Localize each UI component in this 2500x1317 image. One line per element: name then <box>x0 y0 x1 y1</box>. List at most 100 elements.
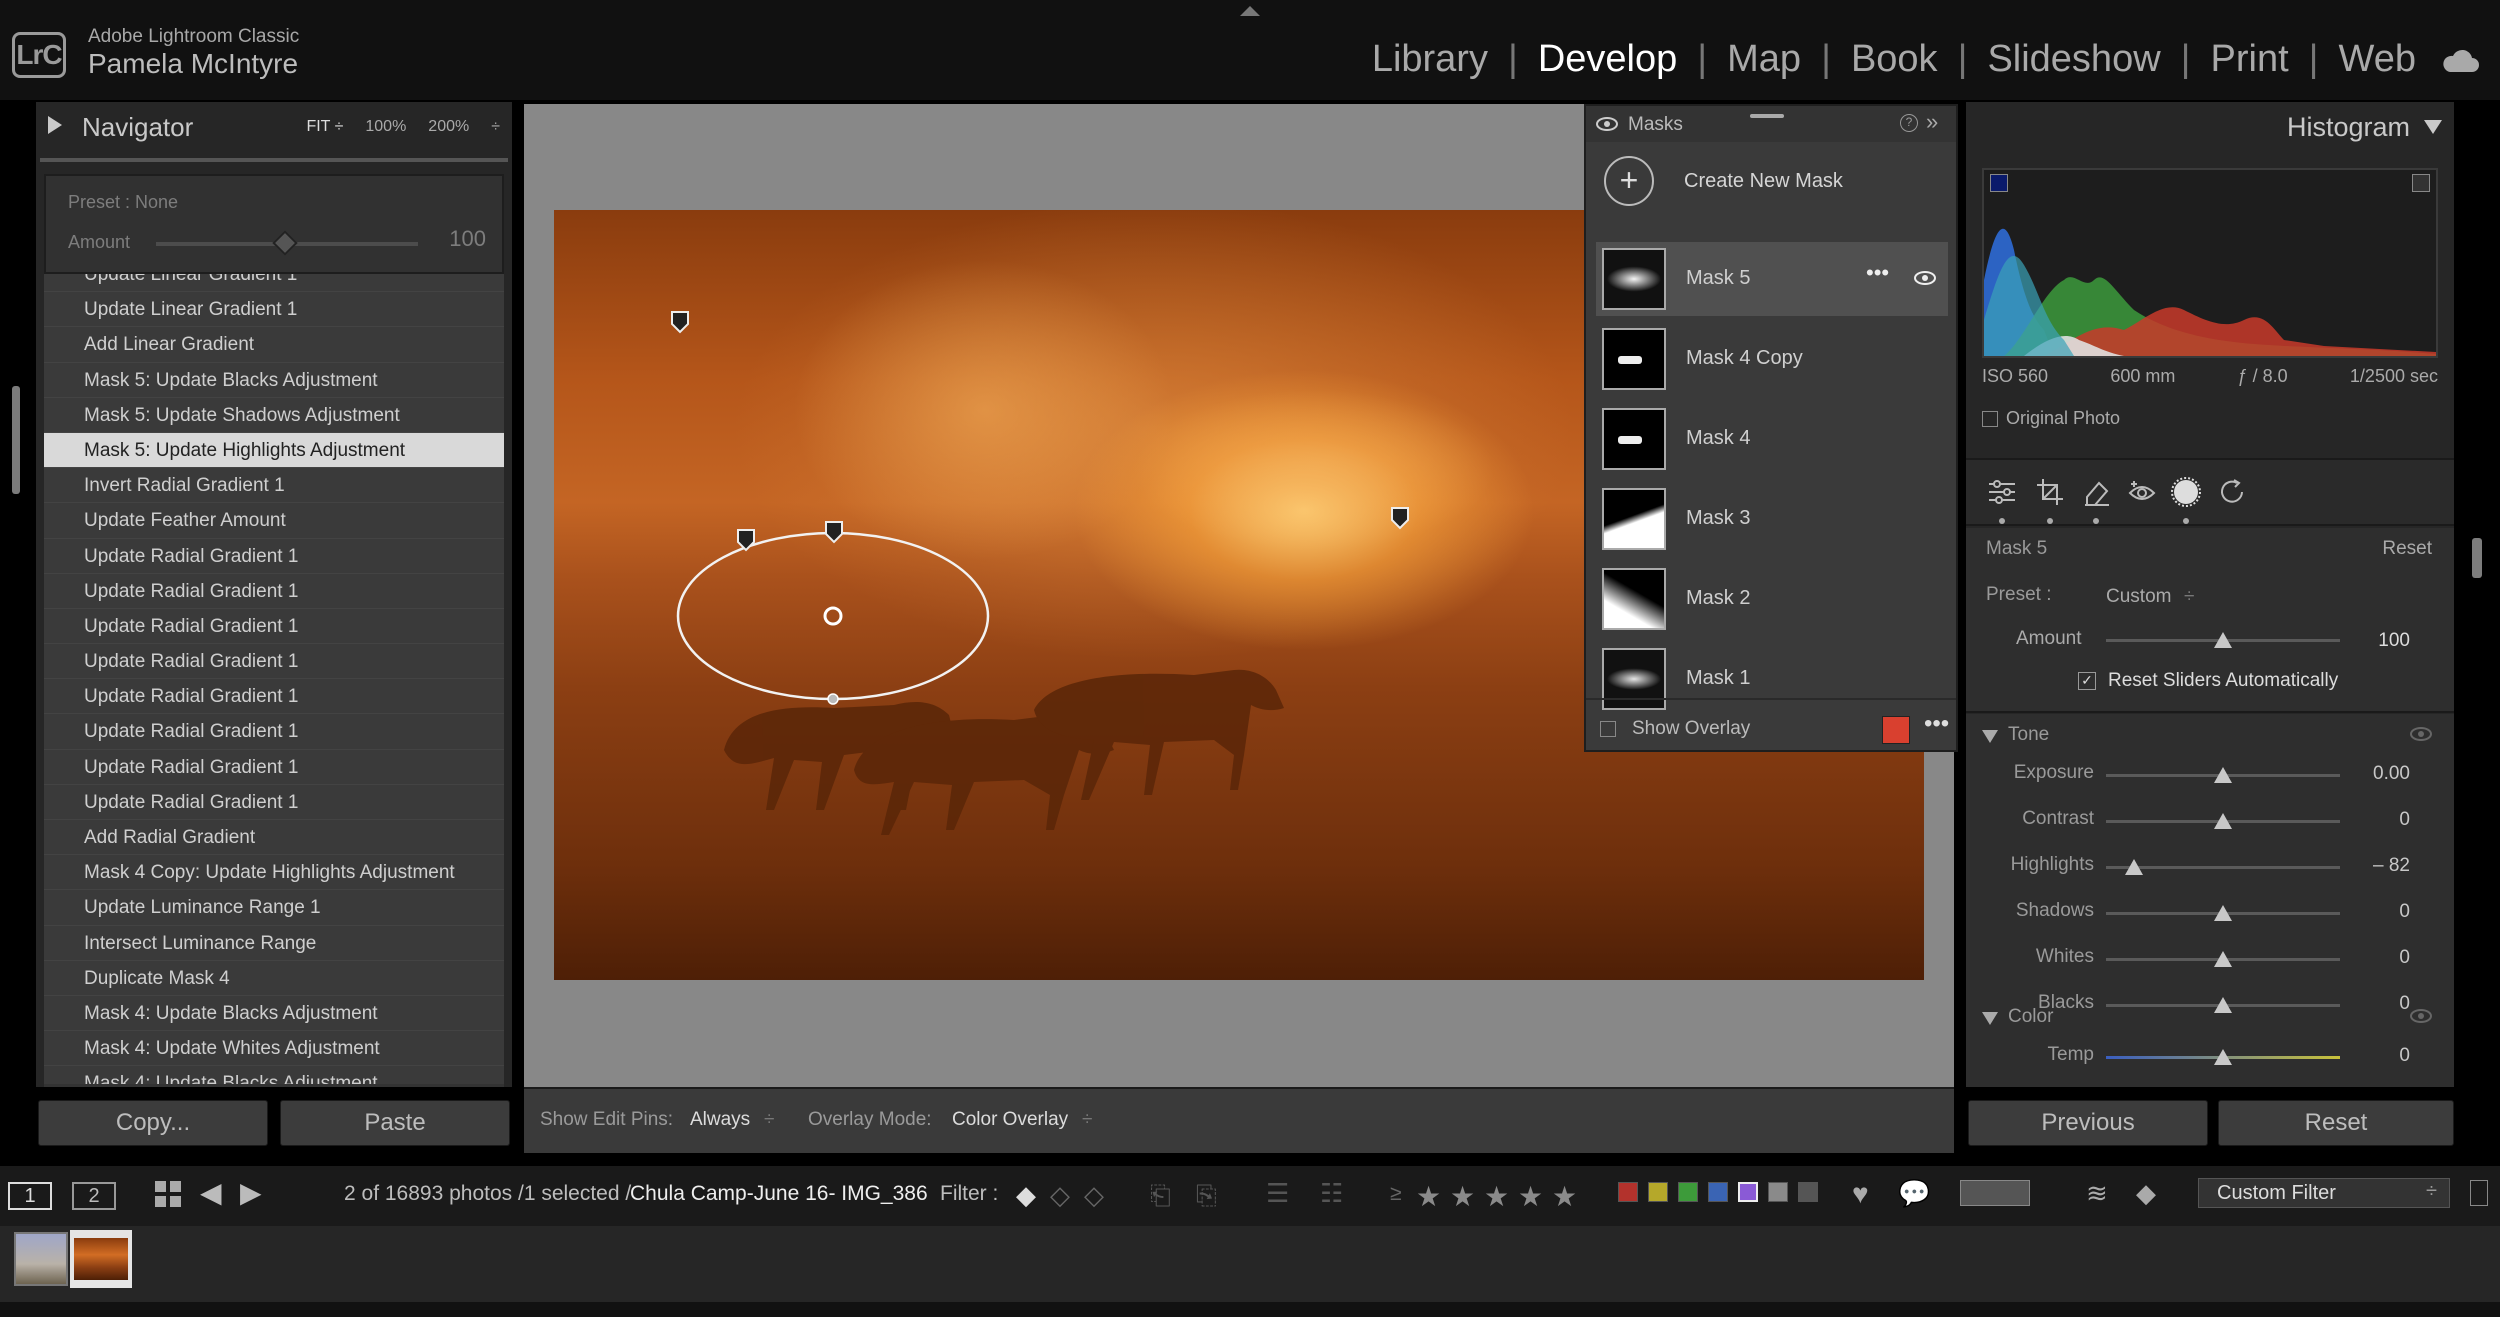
slider-thumb-contrast[interactable] <box>2214 813 2232 829</box>
color-label-swatch[interactable] <box>1648 1182 1668 1202</box>
compare-icon[interactable]: ☰ <box>1266 1178 1289 1209</box>
slider-thumb-exposure[interactable] <box>2214 767 2232 783</box>
module-map[interactable]: Map <box>1727 38 1801 81</box>
history-step[interactable]: Add Linear Gradient <box>44 327 504 363</box>
history-step[interactable]: Update Radial Gradient 1 <box>44 750 504 785</box>
zoom-100-option[interactable]: 100% <box>365 118 406 136</box>
back-arrow-icon[interactable]: ◀ <box>200 1176 222 1209</box>
mask-row[interactable]: Mask 4 Copy <box>1596 322 1948 396</box>
star-icon[interactable]: ★ <box>1518 1180 1543 1213</box>
healing-icon[interactable] <box>2074 470 2118 514</box>
view-mode-icons[interactable] <box>1960 1180 2030 1206</box>
create-new-mask-label[interactable]: Create New Mask <box>1684 170 1843 193</box>
shadow-clipping-icon[interactable] <box>1990 174 2008 192</box>
heart-icon[interactable]: ♥ <box>1852 1178 1869 1210</box>
crop-icon[interactable] <box>2028 470 2072 514</box>
mask-reset-link[interactable]: Reset <box>2382 538 2432 560</box>
history-step[interactable]: Update Radial Gradient 1 <box>44 609 504 645</box>
left-panel-edge-handle[interactable] <box>12 386 20 494</box>
create-mask-plus-icon[interactable]: + <box>1604 156 1654 206</box>
masking-icon[interactable] <box>2164 470 2208 514</box>
ellipse-handle[interactable] <box>827 693 839 705</box>
main-window-button[interactable]: 1 <box>8 1182 52 1210</box>
preset-dropdown[interactable]: Custom <box>2106 586 2171 608</box>
expand-triangle-icon[interactable] <box>48 116 62 134</box>
second-window-button[interactable]: 2 <box>72 1182 116 1210</box>
overlay-mode-chooser-icon[interactable]: ÷ <box>1082 1109 1092 1131</box>
color-eye-icon[interactable] <box>2410 1008 2432 1029</box>
overlay-color-swatch[interactable] <box>1882 716 1910 744</box>
history-step[interactable]: Intersect Luminance Range <box>44 926 504 961</box>
history-step[interactable]: Update Radial Gradient 1 <box>44 714 504 750</box>
overlay-mode-dropdown[interactable]: Color Overlay <box>952 1109 1068 1131</box>
history-step[interactable]: Invert Radial Gradient 1 <box>44 468 504 504</box>
copy-button[interactable]: Copy... <box>38 1100 268 1146</box>
history-step[interactable]: Add Radial Gradient <box>44 820 504 856</box>
color-expand-icon[interactable] <box>1982 1012 1998 1025</box>
forward-arrow-icon[interactable]: ▶ <box>240 1176 262 1209</box>
star-icon[interactable]: ★ <box>1484 1180 1509 1213</box>
history-step[interactable]: Mask 5: Update Highlights Adjustment <box>44 432 504 469</box>
rotate-right-icon[interactable]: ⎘ <box>1196 1180 1217 1212</box>
reset-icon[interactable] <box>2210 470 2254 514</box>
slider-thumb-highlights[interactable] <box>2125 859 2144 875</box>
rotate-left-icon[interactable]: ⎗ <box>1150 1180 1171 1212</box>
unflagged-filter-icon[interactable]: ◇ <box>1050 1180 1070 1211</box>
grid-view-icon[interactable] <box>154 1180 182 1213</box>
module-develop[interactable]: Develop <box>1538 38 1677 81</box>
rejected-filter-icon[interactable]: ◇ <box>1084 1180 1104 1211</box>
masks-panel-header[interactable]: Masks ? » <box>1586 106 1956 142</box>
reset-button[interactable]: Reset <box>2218 1100 2454 1146</box>
history-step[interactable]: Update Radial Gradient 1 <box>44 574 504 609</box>
zoom-chooser-icon[interactable]: ÷ <box>491 118 500 136</box>
slider-thumb-whites[interactable] <box>2214 951 2232 967</box>
module-slideshow[interactable]: Slideshow <box>1987 38 2160 81</box>
color-label-swatch[interactable] <box>1618 1182 1638 1202</box>
mask-row[interactable]: Mask 2 <box>1596 562 1948 636</box>
reset-sliders-checkbox[interactable]: ✓ <box>2078 672 2096 690</box>
collapse-triangle-icon[interactable] <box>2424 120 2442 134</box>
star-icon[interactable]: ★ <box>1416 1180 1441 1213</box>
slider-thumb-shadows[interactable] <box>2214 905 2232 921</box>
module-web[interactable]: Web <box>2339 38 2416 81</box>
history-step[interactable]: Mask 5: Update Shadows Adjustment <box>44 398 504 433</box>
star-icon[interactable]: ★ <box>1552 1180 1577 1213</box>
filename[interactable]: Chula Camp-June 16- IMG_386 <box>630 1182 928 1206</box>
history-step[interactable]: Update Feather Amount <box>44 503 504 539</box>
history-step[interactable]: Update Linear Gradient 1 <box>44 274 504 293</box>
color-label-swatch[interactable] <box>1768 1182 1788 1202</box>
filmstrip-thumbnail-selected[interactable] <box>70 1230 132 1288</box>
zoom-fit-option[interactable]: FIT ÷ <box>306 118 343 136</box>
custom-filter-dropdown[interactable]: Custom Filter <box>2198 1178 2450 1208</box>
edit-pins-chooser-icon[interactable]: ÷ <box>764 1109 774 1131</box>
star-icon[interactable]: ★ <box>1450 1180 1475 1213</box>
navigator-header[interactable]: Navigator FIT ÷ 100% 200% ÷ <box>36 102 512 158</box>
show-overlay-checkbox[interactable] <box>1600 721 1616 742</box>
sort-icon[interactable]: ◆ <box>2136 1178 2156 1209</box>
history-step[interactable]: Update Radial Gradient 1 <box>44 644 504 680</box>
highlight-clipping-icon[interactable] <box>2412 174 2430 192</box>
eye-icon[interactable] <box>1596 116 1618 137</box>
filmstrip-thumbnail[interactable] <box>14 1232 68 1286</box>
filter-chooser-icon[interactable]: ÷ <box>2426 1180 2437 1203</box>
history-step[interactable]: Mask 5: Update Blacks Adjustment <box>44 363 504 398</box>
mask-options-icon[interactable]: ••• <box>1866 260 1889 286</box>
edit-pin-icon[interactable] <box>824 520 844 549</box>
survey-icon[interactable]: ☷ <box>1320 1178 1343 1209</box>
preset-chooser-icon[interactable]: ÷ <box>2184 586 2194 608</box>
stack-icon[interactable]: ≋ <box>2086 1178 2108 1209</box>
color-label-swatch[interactable] <box>1708 1182 1728 1202</box>
mask-row[interactable]: Mask 5 ••• <box>1596 242 1948 316</box>
collapse-icon[interactable]: » <box>1926 109 1938 135</box>
lock-filter-icon[interactable] <box>2470 1180 2488 1206</box>
tone-expand-icon[interactable] <box>1982 730 1998 743</box>
radial-center-pin[interactable] <box>823 606 843 626</box>
color-label-swatch[interactable] <box>1678 1182 1698 1202</box>
history-step[interactable]: Update Radial Gradient 1 <box>44 785 504 820</box>
temp-thumb[interactable] <box>2214 1049 2232 1065</box>
color-label-swatch[interactable] <box>1738 1182 1758 1202</box>
history-step[interactable]: Mask 4: Update Blacks Adjustment <box>44 996 504 1032</box>
mask-row[interactable]: Mask 4 <box>1596 402 1948 476</box>
color-label-swatch[interactable] <box>1798 1182 1818 1202</box>
slider-thumb-blacks[interactable] <box>2214 997 2232 1013</box>
